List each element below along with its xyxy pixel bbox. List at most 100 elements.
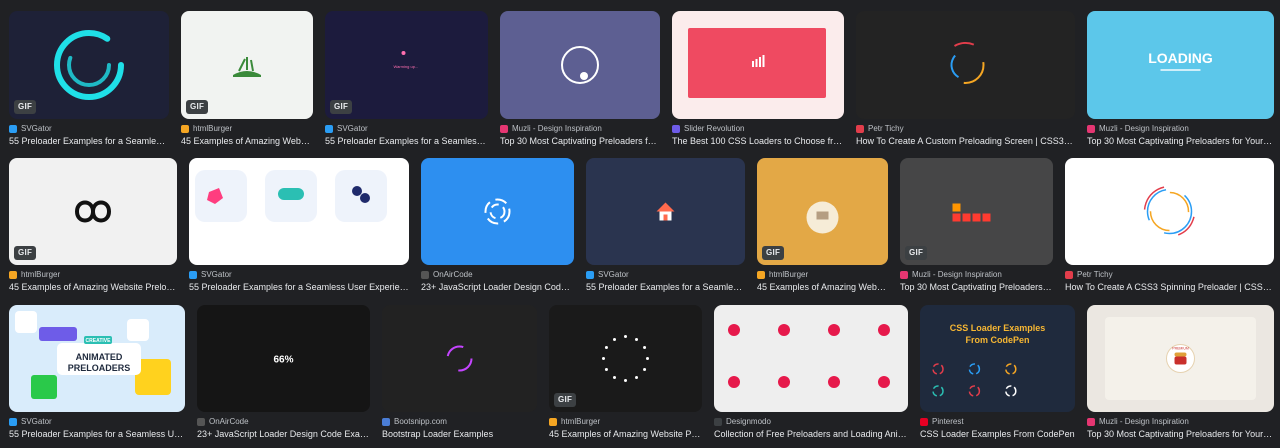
image-result-card[interactable]: Bootsnipp.com Bootstrap Loader Examples: [382, 305, 537, 448]
result-source[interactable]: Petr Tichy: [856, 124, 1075, 133]
result-title[interactable]: The Best 100 CSS Loaders to Choose from …: [672, 136, 844, 146]
result-title[interactable]: 55 Preloader Examples for a Seamless Use…: [325, 136, 488, 146]
thumbnail-artwork: [656, 202, 675, 221]
result-thumbnail[interactable]: GIF: [757, 158, 888, 265]
result-source[interactable]: OnAirCode: [197, 417, 370, 426]
image-result-card[interactable]: Warming up... GIF SVGator 55 Preloader Exam…: [325, 11, 488, 155]
result-title[interactable]: 45 Examples of Amazing Website Preloader…: [181, 136, 313, 146]
image-result-card[interactable]: GIF htmlBurger 45 Examples of Amazing Webs…: [757, 158, 888, 301]
result-thumbnail[interactable]: 66%: [197, 305, 370, 412]
thumbnail-caption: ANIMATED: [76, 352, 123, 362]
result-source[interactable]: htmlBurger: [9, 270, 177, 279]
image-result-card[interactable]: PREMIUM Muzli - Design Inspiration Top 30 …: [1087, 305, 1274, 448]
result-title[interactable]: 55 Preloader Examples for a Seamless Use…: [586, 282, 745, 292]
result-source[interactable]: SVGator: [325, 124, 488, 133]
result-title[interactable]: 23+ JavaScript Loader Design Code Exampl…: [421, 282, 574, 292]
result-thumbnail[interactable]: [714, 305, 908, 412]
result-source[interactable]: htmlBurger: [181, 124, 313, 133]
image-result-card[interactable]: Petr Tichy How To Create A Custom Preload…: [856, 11, 1075, 155]
source-name: OnAirCode: [433, 270, 473, 279]
gif-badge: GIF: [14, 246, 37, 260]
result-title[interactable]: 55 Preloader Examples for a Seamless Use…: [189, 282, 409, 292]
result-title[interactable]: 45 Examples of Amazing Website Preloader…: [757, 282, 888, 292]
result-thumbnail[interactable]: LOADING: [1087, 11, 1274, 119]
result-source[interactable]: Muzli - Design Inspiration: [1087, 124, 1274, 133]
result-title[interactable]: How To Create A CSS3 Spinning Preloader …: [1065, 282, 1274, 292]
result-source[interactable]: SVGator: [9, 417, 185, 426]
result-title[interactable]: How To Create A Custom Preloading Screen…: [856, 136, 1075, 146]
result-title[interactable]: CSS Loader Examples From CodePen: [920, 429, 1075, 439]
result-title[interactable]: 55 Preloader Examples for a Seamless Use…: [9, 429, 185, 439]
image-result-card[interactable]: GIF htmlBurger 45 Examples of Amazing Webs…: [549, 305, 702, 448]
thumbnail-artwork: [602, 335, 649, 382]
image-result-card[interactable]: LOADING Muzli - Design Inspiration Top 30 …: [1087, 11, 1274, 155]
image-result-card[interactable]: GIF SVGator 55 Preloader Examples for a Se…: [9, 11, 169, 155]
image-result-card[interactable]: CREATIVE ANIMATED PRELOADERS SVGator 55 Prel…: [9, 305, 185, 448]
site-favicon-icon: [189, 270, 197, 279]
result-source[interactable]: Bootsnipp.com: [382, 417, 537, 426]
result-thumbnail[interactable]: GIF: [9, 11, 169, 119]
result-thumbnail[interactable]: [189, 158, 409, 265]
site-favicon-icon: [586, 270, 594, 279]
result-title[interactable]: 45 Examples of Amazing Website Preloader…: [9, 282, 177, 292]
image-result-card[interactable]: OnAirCode 23+ JavaScript Loader Design Co…: [421, 158, 574, 301]
result-thumbnail[interactable]: Warming up... GIF: [325, 11, 488, 119]
result-thumbnail[interactable]: GIF: [181, 11, 313, 119]
result-title[interactable]: Top 30 Most Captivating Preloaders for Y…: [900, 282, 1053, 292]
result-thumbnail[interactable]: [856, 11, 1075, 119]
thumbnail-artwork: [75, 200, 112, 223]
thumbnail-artwork: LOADING: [1148, 50, 1213, 71]
result-source[interactable]: Muzli - Design Inspiration: [500, 124, 660, 133]
site-favicon-icon: [672, 124, 680, 133]
image-result-card[interactable]: 66% OnAirCode 23+ JavaScript Loader Design…: [197, 305, 370, 448]
result-thumbnail[interactable]: [421, 158, 574, 265]
result-title[interactable]: Top 30 Most Captivating Preloaders for Y…: [1087, 136, 1274, 146]
result-title[interactable]: 55 Preloader Examples for a Seamless Use…: [9, 136, 169, 146]
result-source[interactable]: OnAirCode: [421, 270, 574, 279]
result-title[interactable]: Top 30 Most Captivating Preloaders for Y…: [1087, 429, 1274, 439]
image-result-card[interactable]: GIF htmlBurger 45 Examples of Amazing Webs…: [181, 11, 313, 155]
image-result-card[interactable]: Muzli - Design Inspiration Top 30 Most Ca…: [500, 11, 660, 155]
result-title[interactable]: 45 Examples of Amazing Website Preloader…: [549, 429, 702, 439]
result-thumbnail[interactable]: [1065, 158, 1274, 265]
thumbnail-caption: CSS Loader Examples: [950, 323, 1046, 333]
result-source[interactable]: Slider Revolution: [672, 124, 844, 133]
site-favicon-icon: [1087, 417, 1095, 426]
image-result-card[interactable]: Designmodo Collection of Free Preloaders …: [714, 305, 908, 448]
result-thumbnail[interactable]: CSS Loader Examples From CodePen: [920, 305, 1075, 412]
result-thumbnail[interactable]: [382, 305, 537, 412]
image-result-card[interactable]: Slider Revolution The Best 100 CSS Loader…: [672, 11, 844, 155]
result-thumbnail[interactable]: CREATIVE ANIMATED PRELOADERS: [9, 305, 185, 412]
source-name: Bootsnipp.com: [394, 417, 447, 426]
result-title[interactable]: Collection of Free Preloaders and Loadin…: [714, 429, 908, 439]
result-source[interactable]: Designmodo: [714, 417, 908, 426]
image-result-card[interactable]: SVGator 55 Preloader Examples for a Seaml…: [189, 158, 409, 301]
result-thumbnail[interactable]: GIF: [900, 158, 1053, 265]
result-title[interactable]: 23+ JavaScript Loader Design Code Exampl…: [197, 429, 370, 439]
result-source[interactable]: htmlBurger: [757, 270, 888, 279]
result-thumbnail[interactable]: [500, 11, 660, 119]
result-source[interactable]: SVGator: [9, 124, 169, 133]
image-result-card[interactable]: GIF Muzli - Design Inspiration Top 30 Most…: [900, 158, 1053, 301]
result-thumbnail[interactable]: [672, 11, 844, 119]
result-source[interactable]: SVGator: [189, 270, 409, 279]
result-source[interactable]: htmlBurger: [549, 417, 702, 426]
image-result-card[interactable]: GIF htmlBurger 45 Examples of Amazing Webs…: [9, 158, 177, 301]
thumbnail-caption: PREMIUM: [1172, 347, 1189, 351]
result-title[interactable]: Top 30 Most Captivating Preloaders for Y…: [500, 136, 660, 146]
image-result-card[interactable]: Petr Tichy How To Create A CSS3 Spinning …: [1065, 158, 1274, 301]
result-source[interactable]: Muzli - Design Inspiration: [900, 270, 1053, 279]
result-thumbnail[interactable]: [586, 158, 745, 265]
result-source[interactable]: SVGator: [586, 270, 745, 279]
result-source[interactable]: Petr Tichy: [1065, 270, 1274, 279]
result-thumbnail[interactable]: PREMIUM: [1087, 305, 1274, 412]
result-source[interactable]: Muzli - Design Inspiration: [1087, 417, 1274, 426]
image-result-card[interactable]: CSS Loader Examples From CodePen Pinterest…: [920, 305, 1075, 448]
site-favicon-icon: [9, 124, 17, 133]
result-title[interactable]: Bootstrap Loader Examples: [382, 429, 537, 439]
image-result-card[interactable]: SVGator 55 Preloader Examples for a Seaml…: [586, 158, 745, 301]
result-thumbnail[interactable]: GIF: [549, 305, 702, 412]
result-thumbnail[interactable]: GIF: [9, 158, 177, 265]
site-favicon-icon: [1065, 270, 1073, 279]
result-source[interactable]: Pinterest: [920, 417, 1075, 426]
